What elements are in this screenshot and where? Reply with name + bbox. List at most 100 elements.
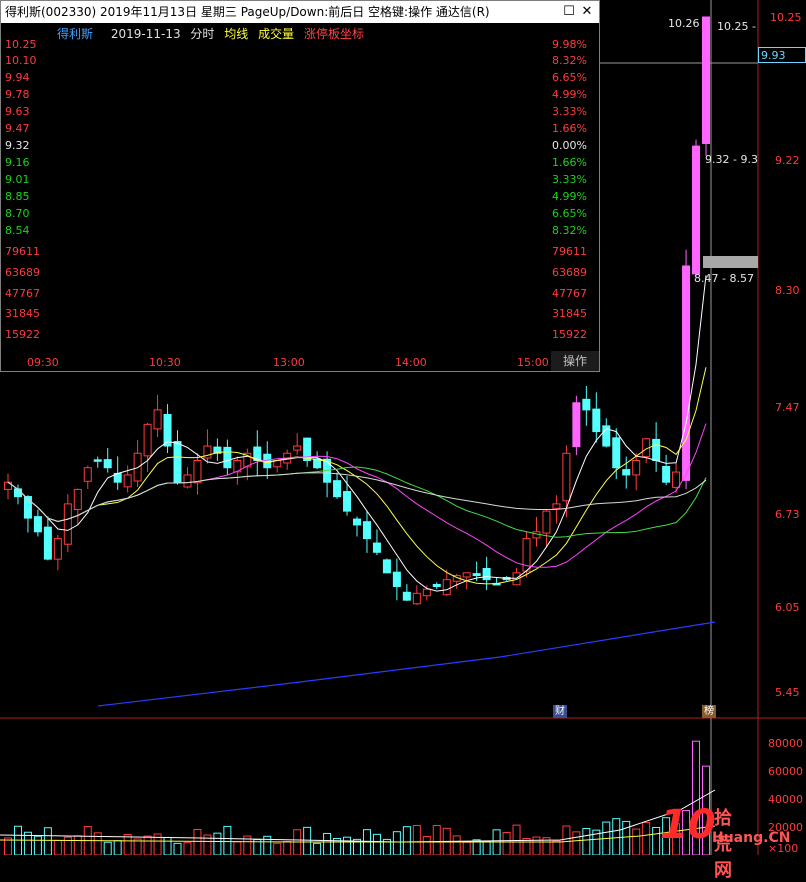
candle-body [402, 591, 411, 601]
volume-bar [552, 840, 561, 855]
volume-bar [372, 833, 381, 855]
popup-pct-tick: 4.99% [552, 88, 587, 101]
popup-vol-label: 成交量 [258, 27, 295, 41]
candle-body [33, 516, 42, 533]
candle-body [592, 408, 601, 433]
price-marker-bar [703, 256, 758, 268]
popup-vol-tick: 79611 [552, 245, 587, 258]
popup-pct-tick: 8.32% [552, 224, 587, 237]
volume-bar [323, 832, 332, 855]
volume-bar [223, 825, 232, 855]
candle-body [632, 460, 641, 476]
ranking-badge[interactable]: 榜 [702, 705, 716, 718]
watermark: 10 拾荒网 Huang.CN [660, 802, 790, 881]
volume-bar [193, 828, 202, 855]
popup-pct-tick: 1.66% [552, 122, 587, 135]
candle-body [362, 521, 371, 540]
candle-body [183, 474, 192, 488]
popup-avg-label: 均线 [224, 27, 249, 41]
volume-bar [632, 828, 641, 855]
popup-vol-tick: 47767 [552, 287, 587, 300]
popup-time-tick: 13:00 [273, 356, 305, 369]
candle-body [562, 452, 571, 502]
low-range-label: 8.47 - 8.57 [694, 272, 754, 285]
price-tick-2: 9.22 [775, 154, 800, 167]
candle-body [382, 559, 391, 574]
volume-bar [562, 825, 571, 855]
close-icon[interactable]: ✕ [579, 4, 595, 20]
volume-bar [612, 818, 621, 855]
finance-badge[interactable]: 财 [553, 705, 567, 718]
candle-body [652, 438, 661, 462]
high-range-label: 10.25 - [717, 20, 756, 33]
candle-body [432, 583, 441, 587]
volume-bar [432, 825, 441, 855]
candle-body [343, 491, 352, 512]
candle-body [472, 573, 481, 577]
price-tick-1: 10.25 [770, 11, 802, 24]
volume-bar [313, 842, 322, 855]
volume-bar [343, 836, 352, 855]
candle-body [622, 469, 631, 476]
volume-bar [43, 827, 52, 855]
popup-price-tick: 9.94 [5, 71, 30, 84]
candle-body [552, 503, 561, 509]
popup-vol-tick: 63689 [552, 266, 587, 279]
popup-mode: 分时 [190, 27, 215, 41]
popup-price-tick: 9.16 [5, 156, 30, 169]
popup-price-tick: 8.85 [5, 190, 30, 203]
popup-pct-tick: 8.32% [552, 54, 587, 67]
volume-bar [113, 840, 122, 855]
volume-bar [652, 827, 661, 855]
candle-body [93, 459, 102, 462]
volume-bar [502, 831, 511, 855]
popup-price-tick: 9.78 [5, 88, 30, 101]
popup-price-tick: 10.25 [5, 38, 37, 51]
volume-bar [183, 842, 192, 855]
volume-bar [402, 826, 411, 855]
candle-body [143, 423, 152, 457]
candle-body [353, 518, 361, 526]
popup-vol-tick: 79611 [5, 245, 40, 258]
popup-vol-tick: 47767 [5, 287, 40, 300]
candle-body [153, 409, 162, 430]
volume-bar [233, 841, 242, 855]
watermark-number: 10 [660, 802, 716, 848]
volume-bar [53, 839, 62, 855]
volume-bar [163, 836, 172, 855]
mid-range-label: 9.32 - 9.3 [705, 153, 758, 166]
volume-bar [622, 820, 631, 855]
intraday-popup[interactable]: 得利斯(002330) 2019年11月13日 星期三 PageUp/Down:… [0, 0, 600, 372]
candle-body [682, 265, 691, 481]
volume-bar [123, 833, 132, 855]
volume-bar [63, 836, 72, 855]
operate-button[interactable]: 操作 [551, 351, 599, 371]
restore-icon[interactable]: ☐ [561, 4, 577, 20]
candle-body [462, 572, 471, 578]
candle-body [672, 471, 681, 488]
volume-bar [303, 826, 312, 855]
candle-body [4, 481, 12, 490]
candle-body [612, 437, 621, 469]
popup-price-tick: 9.01 [5, 173, 30, 186]
candle-body [692, 145, 701, 275]
candle-body [63, 503, 72, 545]
candle-body [73, 488, 82, 510]
popup-titlebar[interactable]: 得利斯(002330) 2019年11月13日 星期三 PageUp/Down:… [1, 1, 599, 23]
volume-bar [213, 832, 222, 855]
popup-price-tick: 9.63 [5, 105, 30, 118]
volume-bar [462, 841, 471, 855]
popup-limit-label: 涨停板坐标 [303, 27, 364, 41]
candle-body [193, 460, 202, 484]
popup-time-tick: 15:00 [517, 356, 549, 369]
popup-stock-name: 得利斯 [57, 27, 94, 41]
vol-tick-2: 60000 [768, 765, 803, 778]
volume-bar [73, 835, 82, 855]
popup-time-tick: 09:30 [27, 356, 59, 369]
candle-body [103, 459, 112, 469]
price-tick-4: 7.47 [775, 401, 800, 414]
candle-body [412, 592, 421, 605]
popup-time-tick: 14:00 [395, 356, 427, 369]
volume-bar [33, 835, 42, 855]
volume-bar [572, 831, 581, 855]
